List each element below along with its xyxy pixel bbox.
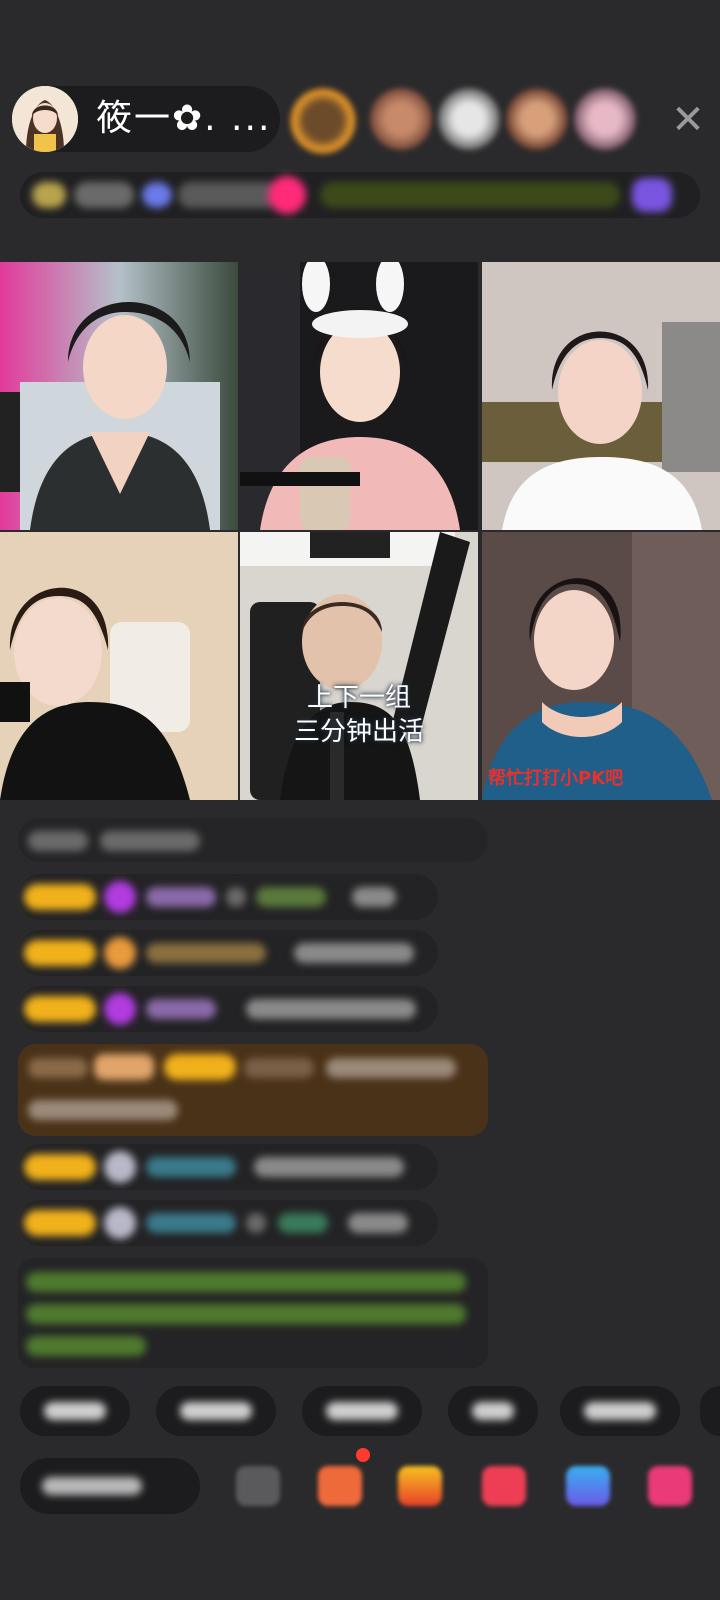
chat-username bbox=[146, 999, 216, 1019]
chat-username bbox=[146, 887, 216, 907]
chat-text bbox=[326, 1058, 456, 1078]
multi-guest-video-grid: 上下一组 三分钟出活 帮忙打打小PK吧 bbox=[0, 262, 720, 802]
user-level-badge bbox=[24, 996, 96, 1022]
chat-text bbox=[348, 1213, 408, 1233]
user-level-badge bbox=[24, 884, 96, 910]
chat-message-highlight[interactable] bbox=[18, 1044, 488, 1136]
host-avatar[interactable] bbox=[12, 86, 78, 152]
chat-message[interactable] bbox=[18, 930, 438, 976]
diamond-icon bbox=[104, 993, 136, 1025]
quick-reply-pill[interactable] bbox=[156, 1386, 276, 1436]
user-level-badge bbox=[164, 1054, 236, 1080]
info-text bbox=[178, 182, 278, 208]
user-level-badge bbox=[24, 940, 96, 966]
rank-icon bbox=[142, 182, 172, 208]
guest-video-tile[interactable]: 上下一组 三分钟出活 bbox=[240, 532, 478, 800]
chat-text bbox=[28, 1058, 88, 1078]
chat-message[interactable] bbox=[18, 818, 488, 862]
guest-video-tile[interactable]: 帮忙打打小PK吧 bbox=[482, 532, 720, 800]
quick-reply-pill[interactable] bbox=[448, 1386, 538, 1436]
chat-text bbox=[28, 831, 88, 851]
user-level-badge bbox=[24, 1210, 96, 1236]
host-card[interactable]: 筱一✿. ... bbox=[12, 86, 280, 152]
diamond-icon bbox=[104, 881, 136, 913]
viewer-avatar[interactable] bbox=[290, 88, 356, 154]
chat-text bbox=[246, 999, 416, 1019]
fan-badge bbox=[94, 1054, 154, 1080]
chat-username bbox=[244, 1058, 314, 1078]
chat-username bbox=[146, 1213, 236, 1233]
lucky-icon[interactable] bbox=[398, 1466, 442, 1506]
quick-reply-pill[interactable] bbox=[700, 1386, 720, 1436]
guest-video-tile[interactable] bbox=[240, 262, 478, 530]
live-info-bar[interactable] bbox=[20, 172, 700, 218]
guest-video-tile[interactable] bbox=[482, 262, 720, 530]
guest-video-tile[interactable] bbox=[0, 262, 238, 530]
chat-message[interactable] bbox=[18, 986, 438, 1032]
gift-icon bbox=[104, 937, 136, 969]
chat-username bbox=[146, 1157, 236, 1177]
chat-message[interactable] bbox=[18, 1144, 438, 1190]
avatar-icon bbox=[104, 1151, 136, 1183]
tile-subtitle: 帮忙打打小PK吧 bbox=[488, 768, 624, 789]
notification-dot bbox=[356, 1448, 370, 1462]
guest-video-tile[interactable] bbox=[0, 532, 238, 800]
notice-text bbox=[26, 1272, 466, 1292]
tile-caption-line2: 三分钟出活 bbox=[293, 717, 424, 747]
chat-message[interactable] bbox=[18, 1200, 438, 1246]
chat-text bbox=[246, 1213, 266, 1233]
viewer-avatar[interactable] bbox=[574, 88, 636, 150]
chat-username bbox=[146, 943, 266, 963]
quick-reply-pill[interactable] bbox=[560, 1386, 680, 1436]
chat-text bbox=[100, 831, 200, 851]
box-icon[interactable] bbox=[318, 1466, 362, 1506]
viewer-avatar[interactable] bbox=[438, 88, 500, 150]
chat-text bbox=[254, 1157, 404, 1177]
user-level-badge bbox=[24, 1154, 96, 1180]
shop-icon[interactable] bbox=[648, 1466, 692, 1506]
fan-icon[interactable] bbox=[482, 1466, 526, 1506]
avatar-icon bbox=[104, 1207, 136, 1239]
quick-reply-pill[interactable] bbox=[20, 1386, 130, 1436]
chat-text bbox=[28, 1100, 178, 1120]
chat-text bbox=[352, 887, 396, 907]
gift-icon[interactable] bbox=[236, 1466, 280, 1506]
chat-username bbox=[256, 887, 326, 907]
ticker-text bbox=[320, 182, 620, 208]
quick-reply-pill[interactable] bbox=[302, 1386, 422, 1436]
host-name: 筱一✿. ... bbox=[96, 98, 272, 139]
chat-text bbox=[226, 887, 246, 907]
system-notice bbox=[18, 1258, 488, 1368]
heart-icon bbox=[268, 176, 306, 214]
chat-username bbox=[278, 1213, 328, 1233]
ticker-icon bbox=[632, 178, 672, 212]
viewer-avatar[interactable] bbox=[506, 88, 568, 150]
game-icon[interactable] bbox=[566, 1466, 610, 1506]
level-chip bbox=[32, 182, 66, 208]
notice-text bbox=[26, 1304, 466, 1324]
viewer-avatar[interactable] bbox=[370, 88, 432, 150]
notice-text bbox=[26, 1336, 146, 1356]
info-text bbox=[74, 182, 134, 208]
tile-caption-line1: 上下一组 bbox=[306, 683, 411, 713]
chat-message[interactable] bbox=[18, 874, 438, 920]
close-icon[interactable]: ✕ bbox=[668, 100, 708, 140]
chat-input[interactable] bbox=[20, 1458, 200, 1514]
chat-text bbox=[294, 943, 414, 963]
